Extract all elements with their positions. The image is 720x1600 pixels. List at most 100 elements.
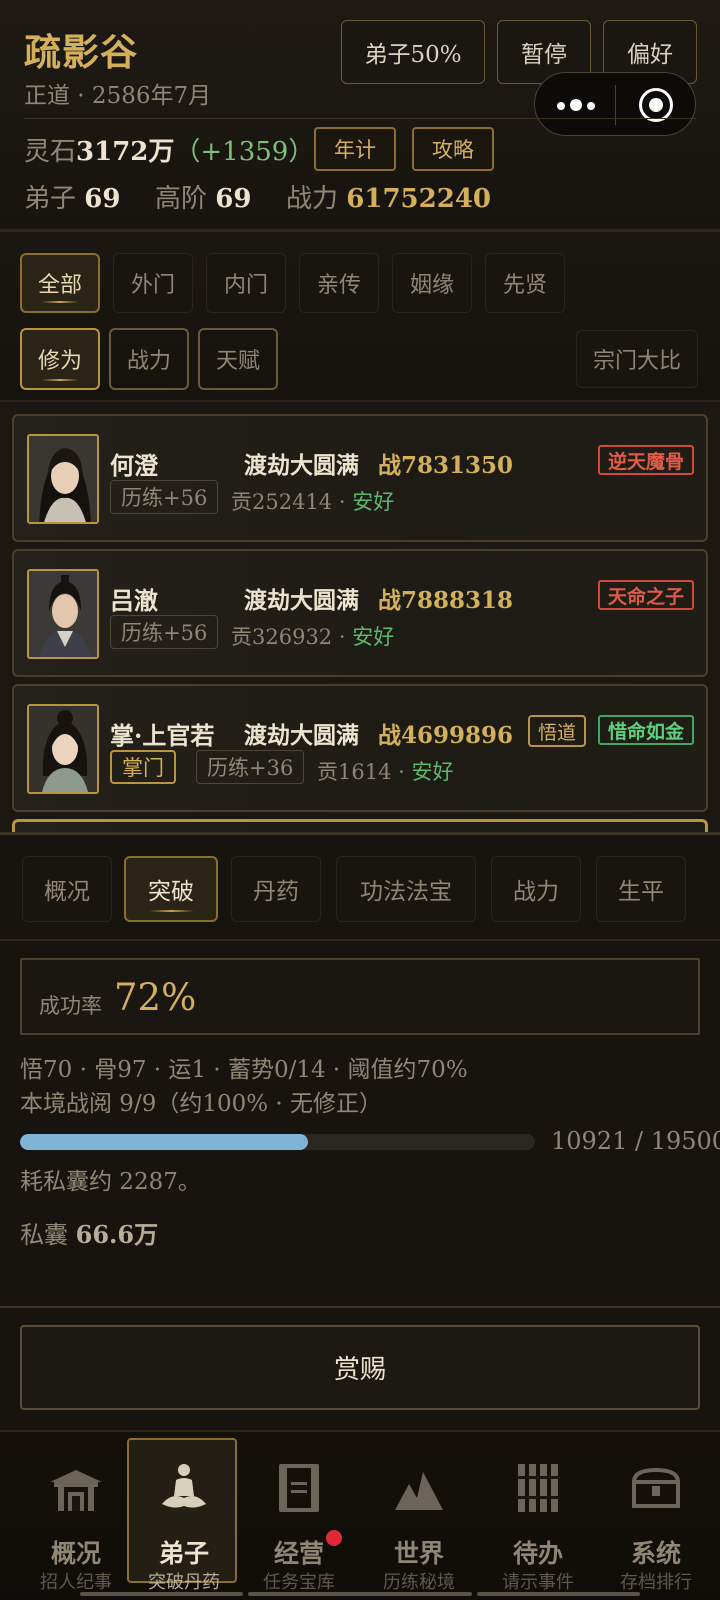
disciple-realm: 渡劫大圆满 <box>244 587 359 614</box>
disciple-name: 吕澈 <box>110 586 158 615</box>
contribution-text: 贡326932 · 安好 <box>231 625 395 649</box>
list-item[interactable] <box>12 819 708 832</box>
success-rate-value: 72% <box>114 976 197 1019</box>
cost-text: 耗私囊约 2287。 <box>20 1169 201 1195</box>
nav-world-sub: 历练秘境 <box>383 1572 455 1593</box>
nav-todo[interactable]: 待办 请示事件 <box>483 1440 593 1593</box>
nav-todo-sub: 请示事件 <box>502 1572 574 1593</box>
disciple-power: 战4699896 <box>378 722 514 749</box>
enlightenment-badge: 悟道 <box>528 715 587 747</box>
high-rank-value: 69 <box>215 184 252 214</box>
header: 疏影谷 正道 · 2586年7月 弟子50% 暂停 偏好 灵石3172万（+13… <box>0 0 720 232</box>
sect-master-badge: 掌门 <box>110 750 176 784</box>
nav-overview[interactable]: 概况 招人纪事 <box>21 1440 131 1593</box>
trait-badge: 逆天魔骨 <box>597 445 694 475</box>
tab-sages[interactable]: 先贤 <box>485 253 565 313</box>
tab-inner[interactable]: 内门 <box>206 253 286 313</box>
list-item[interactable]: 何澄 渡劫大圆满 战7831350 逆天魔骨 历练+56 贡252414 · 安… <box>12 414 708 542</box>
attribute-stats: 悟70 · 骨97 · 运1 · 蓄势0/14 · 阈值约70% <box>20 1057 468 1083</box>
status-text: 安好 <box>411 760 454 784</box>
disciple-realm: 渡劫大圆满 <box>244 452 359 479</box>
more-menu-icon[interactable] <box>555 91 605 119</box>
nav-system-title: 系统 <box>630 1539 681 1568</box>
scroll-icon <box>279 1464 319 1512</box>
contribution-text: 贡1614 · 安好 <box>317 760 454 784</box>
bamboo-slips-icon <box>516 1464 560 1512</box>
tab-outer[interactable]: 外门 <box>113 253 193 313</box>
purse-value: 66.6万 <box>75 1220 159 1249</box>
chest-icon <box>631 1467 681 1508</box>
list-item[interactable]: 掌·上官若 渡劫大圆满 战4699896 悟道 惜命如金 掌门 历练+36 贡1… <box>12 684 708 812</box>
nav-world-title: 世界 <box>393 1539 444 1568</box>
disciple-count-value: 69 <box>84 184 121 214</box>
trait-badge: 惜命如金 <box>597 715 694 745</box>
stats-row: 弟子 69 高阶 69 战力 61752240 <box>24 178 491 215</box>
nav-disciples-sub: 突破丹药 <box>148 1572 220 1593</box>
reward-button[interactable]: 赏赐 <box>20 1325 700 1410</box>
disciple-count-label: 弟子 <box>24 184 77 214</box>
tab-direct[interactable]: 亲传 <box>299 253 379 313</box>
nav-overview-title: 概况 <box>50 1539 101 1568</box>
mini-program-capsule <box>534 72 696 136</box>
tab-all[interactable]: 全部 <box>20 253 100 313</box>
close-capsule-icon[interactable] <box>639 88 673 122</box>
tab-marriage[interactable]: 姻缘 <box>392 253 472 313</box>
sect-name: 疏影谷 <box>24 30 138 74</box>
spirit-stone-delta: （+1359） <box>174 137 315 167</box>
training-badge: 历练+56 <box>110 480 219 514</box>
contribution-text: 贡252414 · 安好 <box>231 490 395 514</box>
nav-management-title: 经营 <box>273 1539 324 1568</box>
disciple-name: 何澄 <box>110 451 158 480</box>
disciple-ratio-button[interactable]: 弟子50% <box>341 20 485 84</box>
list-item[interactable]: 吕澈 渡劫大圆满 战7888318 天命之子 历练+56 贡326932 · 安… <box>12 549 708 677</box>
mountain-icon <box>395 1472 443 1510</box>
training-badge: 历练+36 <box>196 750 305 784</box>
disciple-power: 战7831350 <box>378 452 514 479</box>
sort-talent[interactable]: 天赋 <box>198 328 278 390</box>
nav-disciples[interactable]: 弟子 突破丹药 <box>127 1438 237 1593</box>
nav-world[interactable]: 世界 历练秘境 <box>364 1440 474 1593</box>
sort-cultivation[interactable]: 修为 <box>20 328 100 390</box>
tab-overview[interactable]: 概况 <box>22 856 112 922</box>
nav-todo-title: 待办 <box>512 1539 563 1568</box>
sect-competition-button[interactable]: 宗门大比 <box>576 330 698 388</box>
nav-system[interactable]: 系统 存档排行 <box>601 1440 711 1593</box>
progress-fill <box>20 1134 309 1150</box>
nav-overview-sub: 招人纪事 <box>40 1572 112 1593</box>
sort-power[interactable]: 战力 <box>109 328 189 390</box>
gate-icon <box>50 1470 102 1511</box>
guide-button[interactable]: 攻略 <box>412 127 494 171</box>
breakthrough-progress-bar <box>20 1134 535 1150</box>
tab-pills[interactable]: 丹药 <box>231 856 321 922</box>
disciple-power: 战7888318 <box>378 587 514 614</box>
tab-breakthrough[interactable]: 突破 <box>124 856 218 922</box>
success-rate-box: 成功率 72% <box>20 958 700 1035</box>
avatar <box>27 569 99 659</box>
tab-combat[interactable]: 战力 <box>491 856 581 922</box>
avatar <box>27 704 99 794</box>
page-indicator <box>80 1592 640 1596</box>
spirit-stone-label: 灵石 <box>24 137 77 167</box>
disciple-list[interactable]: 何澄 渡劫大圆满 战7831350 逆天魔骨 历练+56 贡252414 · 安… <box>0 402 720 832</box>
disciple-name: 掌·上官若 <box>110 721 215 750</box>
spirit-stone-row: 灵石3172万（+1359） <box>24 131 314 168</box>
trait-badge: 天命之子 <box>597 580 694 610</box>
progress-text: 10921 / 19500 <box>551 1127 720 1155</box>
nav-management-sub: 任务宝库 <box>263 1572 335 1593</box>
tab-techniques[interactable]: 功法法宝 <box>336 856 476 922</box>
power-label: 战力 <box>286 184 339 214</box>
high-rank-label: 高阶 <box>155 184 208 214</box>
spirit-stone-value: 3172万 <box>76 137 175 167</box>
nav-management[interactable]: 经营 任务宝库 <box>244 1440 354 1593</box>
yearly-plan-button[interactable]: 年计 <box>314 127 396 171</box>
sect-subtitle: 正道 · 2586年7月 <box>24 83 212 109</box>
status-text: 安好 <box>352 490 395 514</box>
purse-label: 私囊 <box>20 1221 68 1249</box>
tab-biography[interactable]: 生平 <box>596 856 686 922</box>
training-badge: 历练+56 <box>110 615 219 649</box>
nav-system-sub: 存档排行 <box>620 1572 692 1593</box>
meditation-icon <box>162 1464 206 1508</box>
disciple-realm: 渡劫大圆满 <box>244 722 359 749</box>
power-value: 61752240 <box>346 184 492 214</box>
purse-row: 私囊 66.6万 <box>20 1215 158 1250</box>
